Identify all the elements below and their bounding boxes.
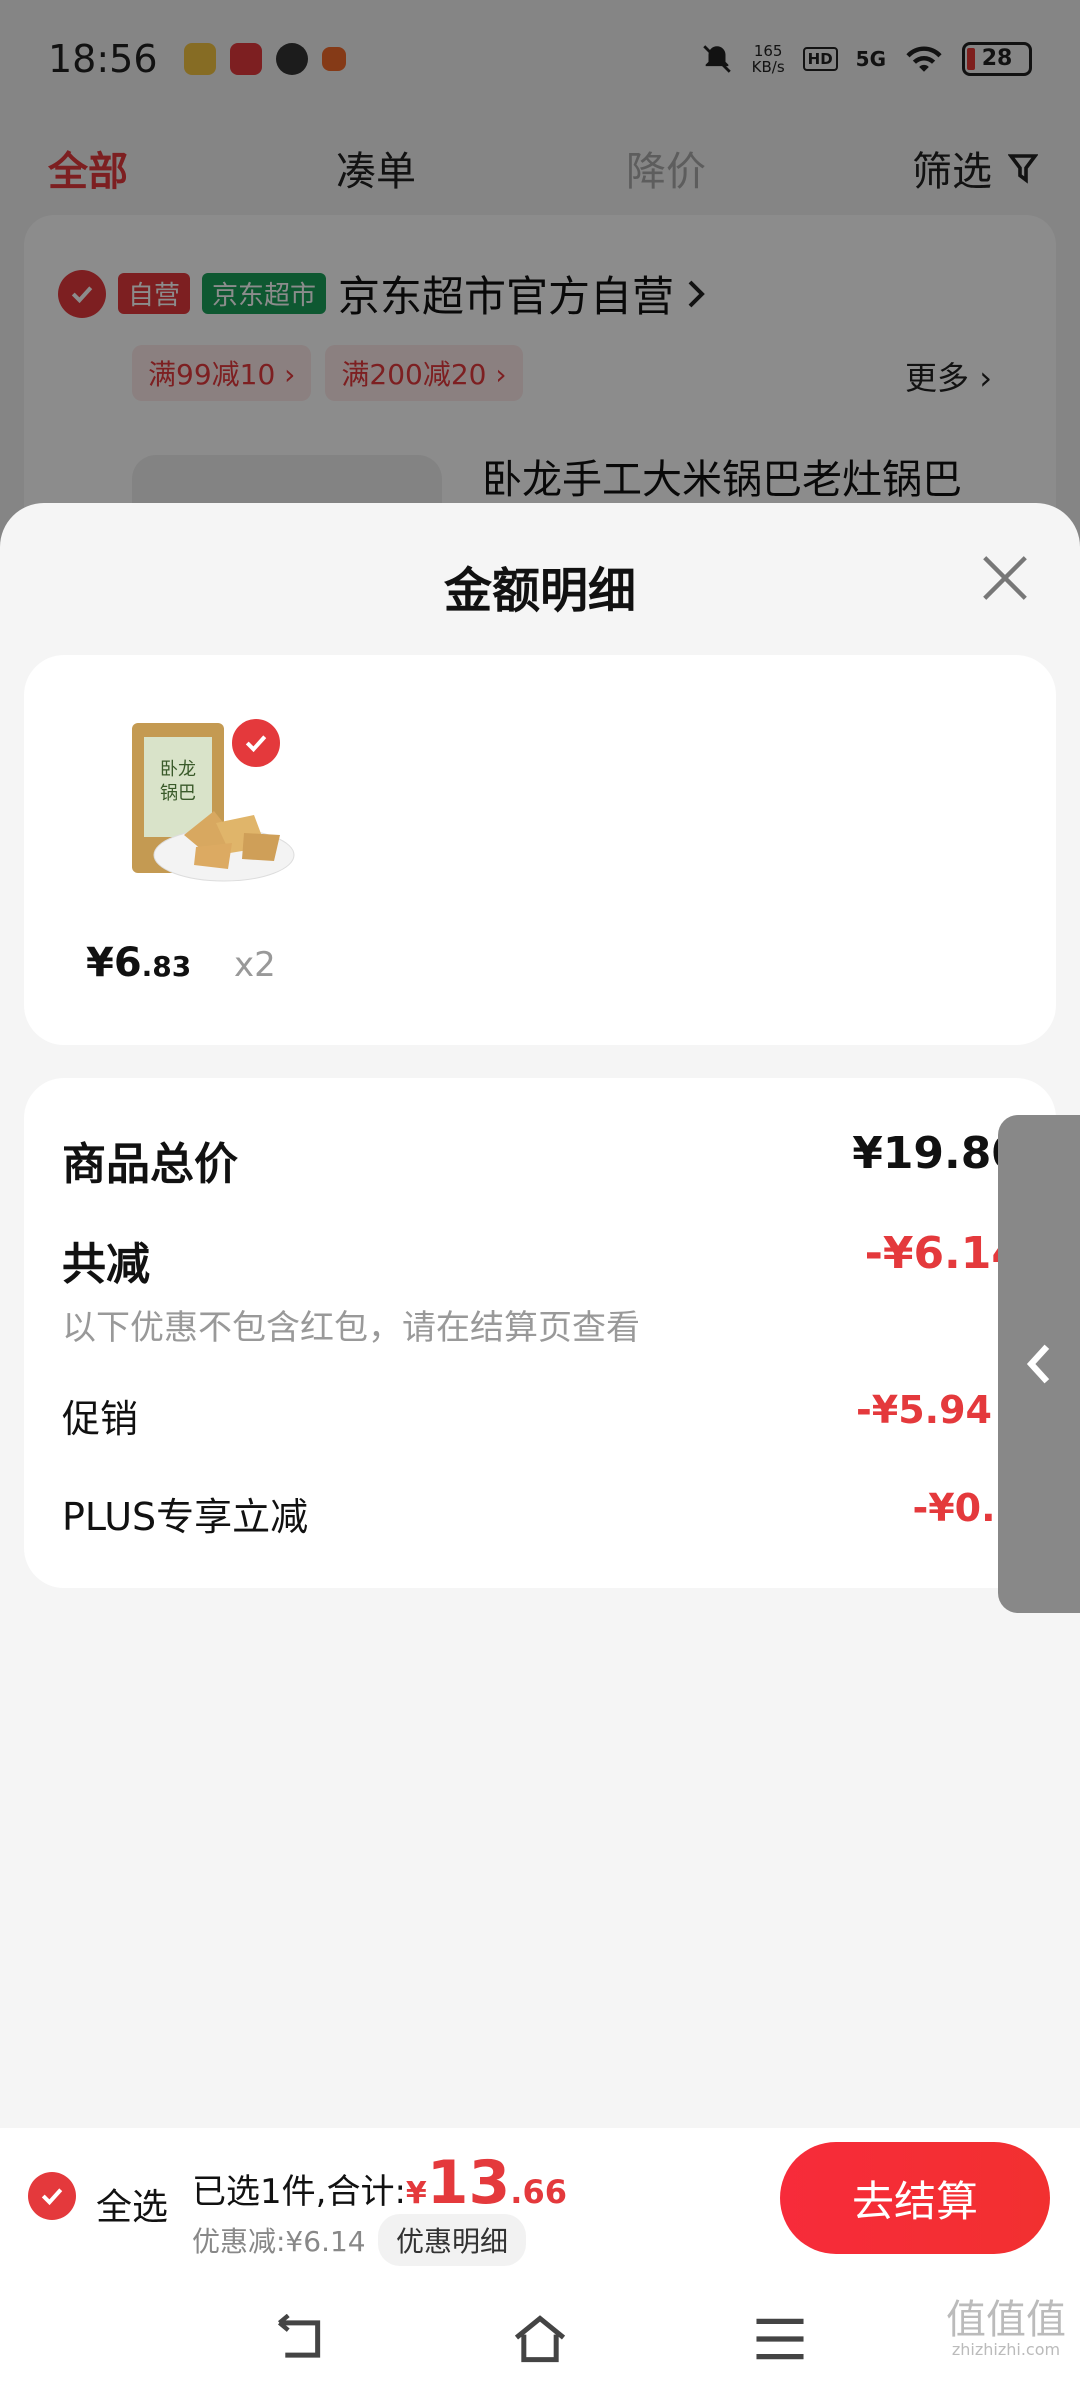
- check-icon: [41, 2188, 63, 2206]
- watermark: 值值值 zhizhizhi.com: [946, 2300, 1066, 2360]
- total-amount-int: 13: [426, 2148, 511, 2218]
- discount-detail-button[interactable]: 优惠明细: [378, 2214, 527, 2266]
- svg-text:卧龙: 卧龙: [160, 759, 196, 780]
- total-value: ¥19.80: [852, 1128, 1022, 1179]
- system-nav-bar: [0, 2276, 1080, 2400]
- sheet-title: 金额明细: [443, 563, 636, 619]
- selected-summary-text: 已选1件,合计:: [192, 2172, 406, 2212]
- close-icon[interactable]: [976, 549, 1034, 607]
- watermark-sub: zhizhizhi.com: [951, 2340, 1061, 2359]
- chevron-left-icon: [1026, 1344, 1050, 1384]
- item-checkbox[interactable]: [228, 715, 284, 771]
- item-price: ¥6.83: [86, 940, 191, 986]
- reduction-note: 以下优惠不包含红包，请在结算页查看: [62, 1308, 640, 1348]
- price-breakdown-card: 商品总价 ¥19.80 共减 -¥6.14 以下优惠不包含红包，请在结算页查看 …: [24, 1078, 1056, 1588]
- select-all-checkbox[interactable]: [28, 2172, 76, 2220]
- amount-detail-sheet: 金额明细 卧龙 锅巴 ¥6.83 x2 商品总价 ¥19.80 共减 -¥6.1…: [0, 503, 1080, 2130]
- plus-discount-label: PLUS专享立减: [62, 1495, 309, 1539]
- checkout-button[interactable]: 去结算: [780, 2142, 1050, 2254]
- home-icon[interactable]: [510, 2314, 570, 2364]
- side-drawer-handle[interactable]: [998, 1115, 1080, 1613]
- total-label: 商品总价: [62, 1139, 238, 1190]
- svg-text:锅巴: 锅巴: [160, 783, 196, 804]
- saving-text: 优惠减:¥6.14: [192, 2225, 366, 2258]
- back-icon[interactable]: [270, 2314, 330, 2364]
- item-quantity: x2: [234, 945, 276, 985]
- check-icon: [245, 735, 267, 753]
- promotion-value[interactable]: -¥5.94: [856, 1388, 992, 1432]
- checkout-bar: 全选 已选1件,合计:¥13.66 优惠减:¥6.14 优惠明细 去结算: [0, 2128, 1080, 2276]
- selected-summary: 已选1件,合计:¥13.66: [192, 2148, 567, 2218]
- watermark-main: 值值值: [946, 2297, 1066, 2343]
- item-price-int: ¥6: [86, 940, 142, 986]
- reduction-label: 共减: [62, 1239, 150, 1290]
- menu-icon[interactable]: [750, 2314, 810, 2364]
- promotion-label: 促销: [62, 1397, 139, 1441]
- item-price-decimal: .83: [141, 950, 192, 983]
- currency-symbol: ¥: [405, 2176, 427, 2211]
- selected-items-card: 卧龙 锅巴 ¥6.83 x2: [24, 655, 1056, 1045]
- total-amount-decimal: .66: [510, 2173, 567, 2211]
- select-all-label[interactable]: 全选: [96, 2178, 168, 2230]
